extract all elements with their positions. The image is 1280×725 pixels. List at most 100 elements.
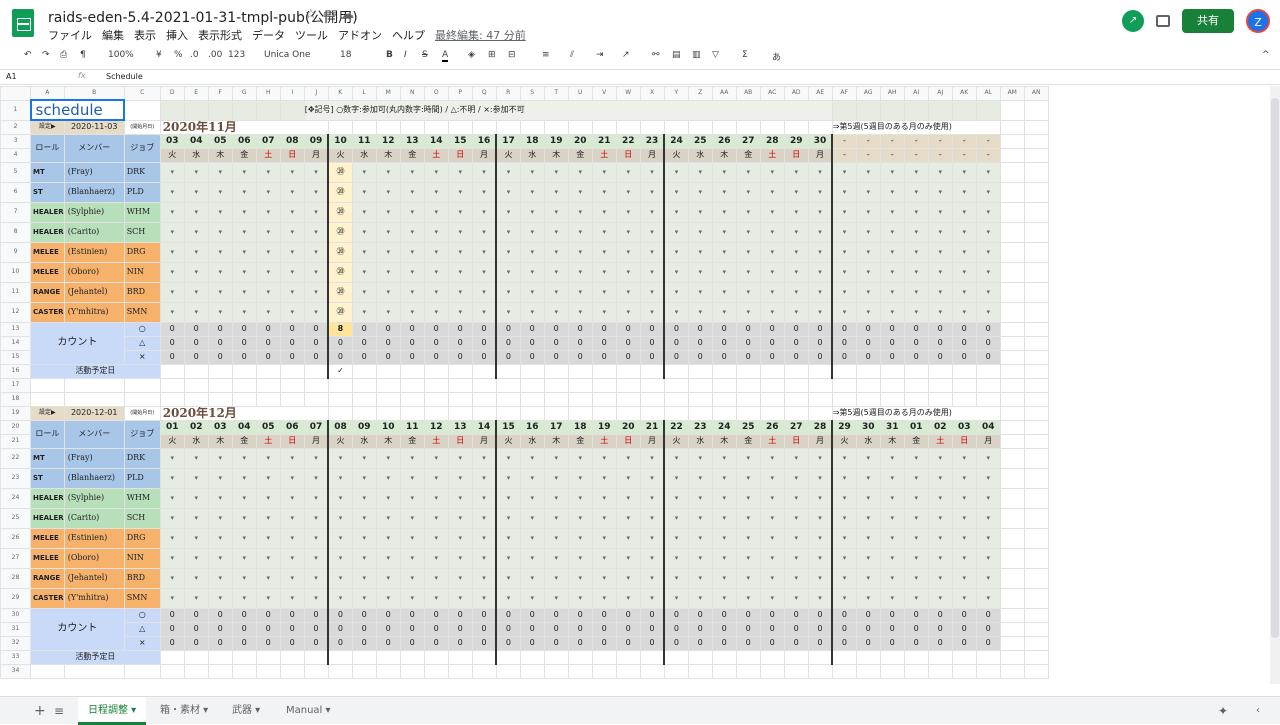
availability-dropdown[interactable]: ▾ [447,181,473,203]
count-cell[interactable]: 0 [783,349,809,365]
weekday-cell[interactable]: 火 [831,433,857,449]
cell[interactable] [1023,447,1049,469]
availability-dropdown[interactable]: ▾ [519,587,545,609]
availability-dropdown[interactable]: ▾ [903,587,929,609]
sheets-logo-icon[interactable] [12,9,34,37]
role-cell[interactable]: RANGE [30,567,65,589]
availability-dropdown[interactable]: ▾ [783,507,809,529]
availability-dropdown[interactable]: ▾ [303,161,329,183]
availability-dropdown[interactable]: ▾ [231,201,257,223]
availability-dropdown[interactable]: ▾ [783,241,809,263]
availability-dropdown[interactable]: ▾ [711,221,737,243]
availability-dropdown[interactable]: ▾ [855,281,881,303]
availability-dropdown[interactable]: ▾ [687,487,713,509]
availability-dropdown[interactable]: ▾ [471,301,497,323]
availability-dropdown[interactable]: ▾ [159,447,185,469]
availability-dropdown[interactable]: ▾ [903,221,929,243]
availability-dropdown[interactable]: ▾ [687,447,713,469]
count-cell[interactable]: 0 [447,335,473,351]
text-color-button[interactable]: A [442,50,449,62]
availability-dropdown[interactable]: ▾ [951,527,977,549]
activity-cell[interactable] [471,649,497,665]
cell[interactable] [735,405,761,421]
availability-dropdown[interactable]: ▾ [615,181,641,203]
availability-dropdown[interactable]: ▾ [519,507,545,529]
availability-dropdown[interactable]: ▾ [927,181,953,203]
cell[interactable] [495,119,521,135]
availability-dropdown[interactable]: ▾ [471,487,497,509]
job-cell[interactable]: SCH [123,507,161,529]
count-cell[interactable]: 0 [207,607,233,623]
count-cell[interactable]: 0 [615,321,641,337]
availability-dropdown[interactable]: ▾ [231,261,257,283]
weekday-cell[interactable]: 日 [615,433,641,449]
count-cell[interactable]: 0 [783,621,809,637]
role-cell[interactable]: CASTER [30,587,65,609]
cell[interactable] [615,391,641,407]
availability-dropdown[interactable]: ▾ [735,587,761,609]
count-cell[interactable]: 0 [687,607,713,623]
cell[interactable] [999,301,1025,323]
link-icon[interactable]: ⚯ [652,50,660,60]
row-header[interactable]: 10 [0,261,31,283]
cell[interactable] [423,377,449,393]
count-cell[interactable]: 0 [927,321,953,337]
activity-check[interactable]: ✓ [327,363,353,379]
cell[interactable] [1023,349,1049,365]
count-cell[interactable]: 0 [519,335,545,351]
date-cell[interactable]: 10 [375,419,401,435]
count-label[interactable]: カウント [30,607,125,651]
availability-dropdown[interactable]: ▾ [255,201,281,223]
activity-cell[interactable] [855,649,881,665]
count-cell[interactable]: 0 [447,621,473,637]
availability-dropdown[interactable]: ▾ [711,547,737,569]
availability-dropdown[interactable]: ▾ [567,587,593,609]
date-cell[interactable]: 15 [447,133,473,149]
availability-dropdown[interactable]: ▾ [951,281,977,303]
availability-dropdown[interactable]: ▾ [711,281,737,303]
availability-dropdown[interactable]: ▾ [399,587,425,609]
availability-dropdown[interactable]: ▾ [303,281,329,303]
cell[interactable] [831,377,857,393]
availability-dropdown[interactable]: ▾ [735,567,761,589]
availability-dropdown[interactable]: ▾ [759,241,785,263]
availability-dropdown[interactable]: ▾ [399,281,425,303]
availability-dropdown[interactable]: ▾ [591,487,617,509]
activity-cell[interactable] [831,649,857,665]
count-cell[interactable]: 0 [927,621,953,637]
activity-cell[interactable] [351,363,377,379]
count-cell[interactable]: 0 [687,349,713,365]
cell[interactable] [759,377,785,393]
availability-dropdown[interactable]: ▾ [615,567,641,589]
text-rotate-icon[interactable]: ↗ [622,50,630,60]
availability-dropdown[interactable]: ▾ [591,181,617,203]
availability-dropdown[interactable]: ▾ [567,447,593,469]
activity-cell[interactable] [207,649,233,665]
availability-dropdown[interactable]: ▾ [807,301,833,323]
availability-dropdown[interactable]: ▾ [519,221,545,243]
date-cell[interactable]: 10 [327,133,353,149]
availability-dropdown[interactable]: ▾ [879,587,905,609]
activity-cell[interactable] [735,363,761,379]
availability-dropdown[interactable]: ▾ [855,587,881,609]
availability-dropdown[interactable]: ▾ [255,487,281,509]
availability-dropdown[interactable]: ▾ [951,447,977,469]
availability-dropdown[interactable]: ▾ [183,587,209,609]
availability-dropdown[interactable]: ▾ [711,161,737,183]
column-header[interactable]: H [255,86,281,101]
availability-dropdown[interactable]: ▾ [615,281,641,303]
availability-dropdown[interactable]: ▾ [975,487,1001,509]
availability-dropdown[interactable]: ▾ [231,447,257,469]
availability-dropdown[interactable]: ▾ [375,467,401,489]
availability-dropdown[interactable]: ▾ [351,241,377,263]
availability-dropdown[interactable]: ▾ [255,507,281,529]
cell[interactable] [1023,527,1049,549]
count-cell[interactable]: 0 [711,349,737,365]
count-cell[interactable]: 0 [807,349,833,365]
availability-dropdown[interactable]: ▾ [711,447,737,469]
availability-dropdown[interactable]: ▾ [903,567,929,589]
week5-note[interactable]: ⇒第5週(5週目のある月のみ使用) [831,119,1001,135]
availability-dropdown[interactable]: ▾ [303,181,329,203]
row-header[interactable]: 33 [0,649,31,665]
cell[interactable] [927,377,953,393]
